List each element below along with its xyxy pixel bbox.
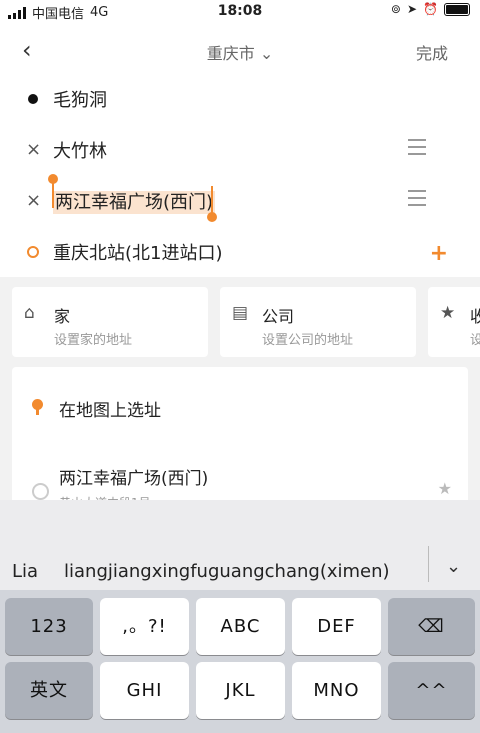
shortcut-home[interactable]: ⌂ 家 设置家的地址 [12,287,208,357]
status-bar: 中国电信 4G 18:08 ⊚ ➤ ⏰ [0,0,480,24]
key-emoticon[interactable]: ^^ [388,662,475,719]
alarm-icon: ⏰ [423,2,438,16]
key-ghi[interactable]: GHI [100,662,189,719]
clock-icon [32,483,49,500]
chevron-down-icon: ⌄ [259,44,274,63]
backspace-icon[interactable]: ⌫ [388,598,475,655]
shortcut-subtitle: 设 [470,333,480,348]
location-icon: ➤ [406,2,418,16]
origin-name[interactable]: 毛狗洞 [53,86,107,112]
key-abc[interactable]: ABC [196,598,285,655]
keyboard: Lia liangjiangxingfuguangchang(ximen) ⌄ … [0,500,480,733]
shortcut-title: 公司 [262,307,295,326]
remove-waypoint-icon[interactable]: × [26,190,41,211]
route-waypoint-row[interactable]: × 两江幸福广场(西门) [0,176,480,226]
pinyin-candidate[interactable]: liangjiangxingfuguangchang(ximen) [64,561,390,582]
city-selector[interactable]: 重庆市 ⌄ [0,40,480,64]
candidate-bar: Lia liangjiangxingfuguangchang(ximen) ⌄ [0,500,480,590]
origin-dot-icon [26,88,40,104]
drag-handle-icon[interactable] [408,139,426,160]
history-title[interactable]: 两江幸福广场(西门) [59,464,208,489]
destination-name[interactable]: 重庆北站(北1进站口) [53,239,223,265]
status-right: ⊚ ➤ ⏰ [391,2,470,16]
pinyin-short[interactable]: Lia [12,561,38,582]
route-destination-row[interactable]: 重庆北站(北1进站口) + [0,227,480,277]
shortcut-subtitle: 设置公司的地址 [262,333,354,348]
star-icon: ★ [440,303,456,323]
done-button[interactable]: 完成 [416,40,448,64]
shortcut-title: 家 [54,307,71,326]
shortcut-title: 收 [470,307,480,326]
route-waypoint-row[interactable]: × 大竹林 [0,125,480,175]
add-waypoint-icon[interactable]: + [430,241,448,266]
selection-handle-end[interactable] [207,212,217,222]
candidate-divider [428,546,429,582]
key-mno[interactable]: MNO [292,662,381,719]
remove-waypoint-icon[interactable]: × [26,139,41,160]
map-pin-icon [32,399,43,415]
key-def[interactable]: DEF [292,598,381,655]
destination-ring-icon [26,241,40,258]
shortcut-subtitle: 设置家的地址 [54,333,133,348]
briefcase-icon: ▤ [232,303,249,323]
battery-icon [444,2,470,16]
route-origin-row[interactable]: 毛狗洞 [0,74,480,124]
home-icon: ⌂ [24,303,35,323]
route-editor: 毛狗洞 × 大竹林 × 两江幸福广场(西门) 重庆北站(北1进站口) + [0,74,480,277]
key-punctuation[interactable]: ,。?! [100,598,189,655]
city-label: 重庆市 [206,44,255,63]
orientation-lock-icon: ⊚ [390,2,401,16]
key-english[interactable]: 英文 [5,662,93,719]
star-icon[interactable]: ★ [438,479,452,498]
key-jkl[interactable]: JKL [196,662,285,719]
drag-handle-icon[interactable] [408,190,426,211]
key-numbers[interactable]: 123 [5,598,93,655]
pick-on-map-item[interactable]: 在地图上选址 [59,396,161,421]
waypoint-name[interactable]: 大竹林 [53,137,107,163]
shortcut-company[interactable]: ▤ 公司 设置公司的地址 [220,287,416,357]
waypoint-input-selected[interactable]: 两江幸福广场(西门) [53,188,216,214]
selected-text: 两江幸福广场(西门) [53,191,216,214]
suggestion-panel: 在地图上选址 两江幸福广场(西门) 黄山大道中段1号 ★ [12,367,468,517]
chevron-down-icon[interactable]: ⌄ [446,556,461,577]
nav-bar: ‹ 重庆市 ⌄ 完成 [0,24,480,74]
shortcut-favorites[interactable]: ★ 收 设 [428,287,480,357]
selection-caret-start [52,180,54,208]
